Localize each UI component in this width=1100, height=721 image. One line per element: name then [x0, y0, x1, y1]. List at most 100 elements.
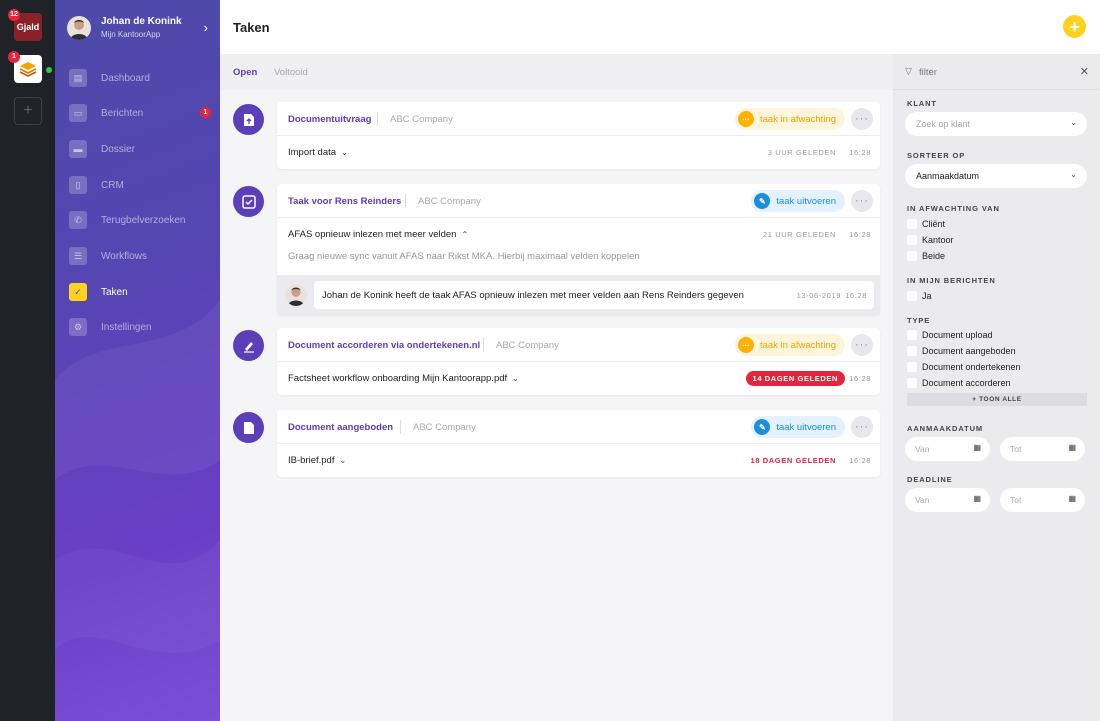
- nav-taken[interactable]: ✓ Taken: [69, 281, 219, 303]
- task-card[interactable]: Taak voor Rens Reinders ABC Company ✎ taa…: [277, 184, 880, 315]
- task-row-toggle[interactable]: AFAS opnieuw inlezen met meer velden ⌃: [288, 229, 468, 240]
- activity-message: Johan de Konink heeft de taak AFAS opnie…: [277, 275, 880, 315]
- more-options-button[interactable]: ···: [851, 416, 873, 438]
- tab-open[interactable]: Open: [233, 67, 257, 78]
- divider: [483, 338, 484, 352]
- checkbox-document-accorderen[interactable]: Document accorderen: [907, 377, 1011, 389]
- deadline-to-input[interactable]: Tot ▦: [1000, 488, 1085, 512]
- filter-panel: ▽ filter ✕ KLANT Zoek op klant ⌄ SORTEER …: [893, 54, 1100, 721]
- overdue-text: 18 DAGEN GELEDEN: [750, 456, 836, 465]
- task-title[interactable]: Document accorderen via ondertekenen.nl: [288, 340, 480, 351]
- close-icon[interactable]: ✕: [1080, 65, 1089, 78]
- dashboard-icon: ▤: [69, 69, 87, 87]
- user-profile[interactable]: Johan de Konink Mijn KantoorApp ›: [67, 14, 210, 42]
- tab-voltooid[interactable]: Voltooid: [274, 67, 308, 78]
- sort-select[interactable]: Aanmaakdatum ⌄: [905, 164, 1087, 188]
- page-title: Taken: [233, 20, 270, 35]
- checkbox-document-aangeboden[interactable]: Document aangeboden: [907, 345, 1016, 357]
- task-title[interactable]: Taak voor Rens Reinders: [288, 196, 401, 207]
- document-icon: [233, 412, 264, 443]
- created-to-input[interactable]: Tot ▦: [1000, 437, 1085, 461]
- chevron-down-icon: ⌄: [341, 148, 348, 157]
- filter-icon: ▽: [905, 66, 912, 76]
- more-options-button[interactable]: ···: [851, 108, 873, 130]
- task-card[interactable]: Documentuitvraag ABC Company ··· taak in …: [277, 102, 880, 169]
- client-search-select[interactable]: Zoek op klant ⌄: [905, 112, 1087, 136]
- filter-section-messages: IN MIJN BERICHTEN: [907, 276, 996, 285]
- task-company: ABC Company: [390, 114, 453, 125]
- show-all-button[interactable]: + TOON ALLE: [907, 393, 1087, 406]
- app-badge: 1: [8, 51, 20, 63]
- nav-terugbelverzoeken[interactable]: ✆ Terugbelverzoeken: [69, 209, 219, 231]
- task-card[interactable]: Document aangeboden ABC Company ✎ taak ui…: [277, 410, 880, 477]
- filter-section-type: TYPE: [907, 316, 931, 325]
- more-options-button[interactable]: ···: [851, 334, 873, 356]
- divider: [377, 112, 378, 126]
- checkbox-task-icon: [233, 186, 264, 217]
- chevron-down-icon: ⌄: [339, 456, 347, 465]
- checkbox-document-ondertekenen[interactable]: Document ondertekenen: [907, 361, 1021, 373]
- pencil-icon: ✎: [754, 419, 771, 435]
- checkbox-document-upload[interactable]: Document upload: [907, 329, 993, 341]
- status-badge[interactable]: ✎ taak uitvoeren: [751, 190, 845, 212]
- calendar-icon: ▦: [1068, 443, 1076, 452]
- gear-icon: ⚙: [69, 318, 87, 336]
- task-row-toggle[interactable]: Factsheet workflow onboarding Mijn Kanto…: [288, 373, 519, 384]
- filter-title: filter: [919, 67, 937, 78]
- time: 16:28: [849, 456, 871, 465]
- tabs: Open Voltooid: [220, 54, 893, 90]
- checkbox-client[interactable]: Cliënt: [907, 218, 945, 230]
- calendar-icon: ▦: [973, 494, 981, 503]
- add-task-button[interactable]: +: [1063, 15, 1086, 38]
- checkbox-beide[interactable]: Beide: [907, 250, 945, 262]
- deadline-from-input[interactable]: Van ▦: [905, 488, 990, 512]
- checkbox-kantoor[interactable]: Kantoor: [907, 234, 954, 246]
- status-badge[interactable]: ··· taak in afwachting: [734, 334, 845, 356]
- message-time: 16:28: [845, 291, 867, 300]
- status-badge[interactable]: ✎ taak uitvoeren: [751, 416, 845, 438]
- status-badge[interactable]: ··· taak in afwachting: [734, 108, 845, 130]
- more-options-button[interactable]: ···: [851, 190, 873, 212]
- task-description: Graag nieuwe sync vanuit AFAS naar Rikst…: [288, 251, 640, 262]
- time: 16:28: [849, 230, 871, 239]
- nav-crm[interactable]: ▯ CRM: [69, 174, 219, 196]
- calendar-icon: ▦: [1068, 494, 1076, 503]
- nav-dossier[interactable]: ▬ Dossier: [69, 138, 219, 160]
- task-title[interactable]: Documentuitvraag: [288, 114, 371, 125]
- chevron-down-icon: ⌄: [1070, 118, 1077, 127]
- task-row-toggle[interactable]: Import data ⌄: [288, 147, 348, 158]
- avatar: [67, 16, 91, 40]
- phone-icon: ✆: [69, 211, 87, 229]
- message-date: 13-06-2019: [796, 291, 841, 300]
- task-row-toggle[interactable]: IB-brief.pdf ⌄: [288, 455, 346, 466]
- nav-berichten[interactable]: ▭ Berichten 1: [69, 102, 219, 124]
- divider: [400, 420, 401, 434]
- task-card[interactable]: Document accorderen via ondertekenen.nl …: [277, 328, 880, 395]
- task-list-panel: Open Voltooid Documentuitvraag ABC Compa…: [220, 54, 893, 721]
- list-icon: ☰: [69, 247, 87, 265]
- messages-icon: ▭: [69, 104, 87, 122]
- ellipsis-icon: ···: [737, 337, 754, 353]
- checkbox-ja[interactable]: Ja: [907, 290, 932, 302]
- nav-dashboard[interactable]: ▤ Dashboard: [69, 67, 219, 89]
- signature-icon: [233, 330, 264, 361]
- nav-instellingen[interactable]: ⚙ Instellingen: [69, 316, 219, 338]
- ellipsis-icon: ···: [737, 111, 754, 127]
- filter-section-sort: SORTEER OP: [907, 151, 966, 160]
- calendar-icon: ▦: [973, 443, 981, 452]
- online-indicator: [46, 67, 52, 73]
- task-company: ABC Company: [496, 340, 559, 351]
- task-company: ABC Company: [413, 422, 476, 433]
- chevron-up-icon: ⌃: [461, 230, 469, 239]
- add-app-button[interactable]: +: [14, 97, 42, 125]
- filter-section-created: AANMAAKDATUM: [907, 424, 984, 433]
- unread-badge: 1: [200, 107, 211, 118]
- created-from-input[interactable]: Van ▦: [905, 437, 990, 461]
- time-ago: 3 UUR GELEDEN: [767, 148, 836, 157]
- divider: [405, 194, 406, 208]
- nav-workflows[interactable]: ☰ Workflows: [69, 245, 219, 267]
- sidebar: Johan de Konink Mijn KantoorApp › ▤ Dashb…: [55, 0, 220, 721]
- filter-section-klant: KLANT: [907, 99, 937, 108]
- task-title[interactable]: Document aangeboden: [288, 422, 393, 433]
- user-name: Johan de Konink: [101, 16, 182, 27]
